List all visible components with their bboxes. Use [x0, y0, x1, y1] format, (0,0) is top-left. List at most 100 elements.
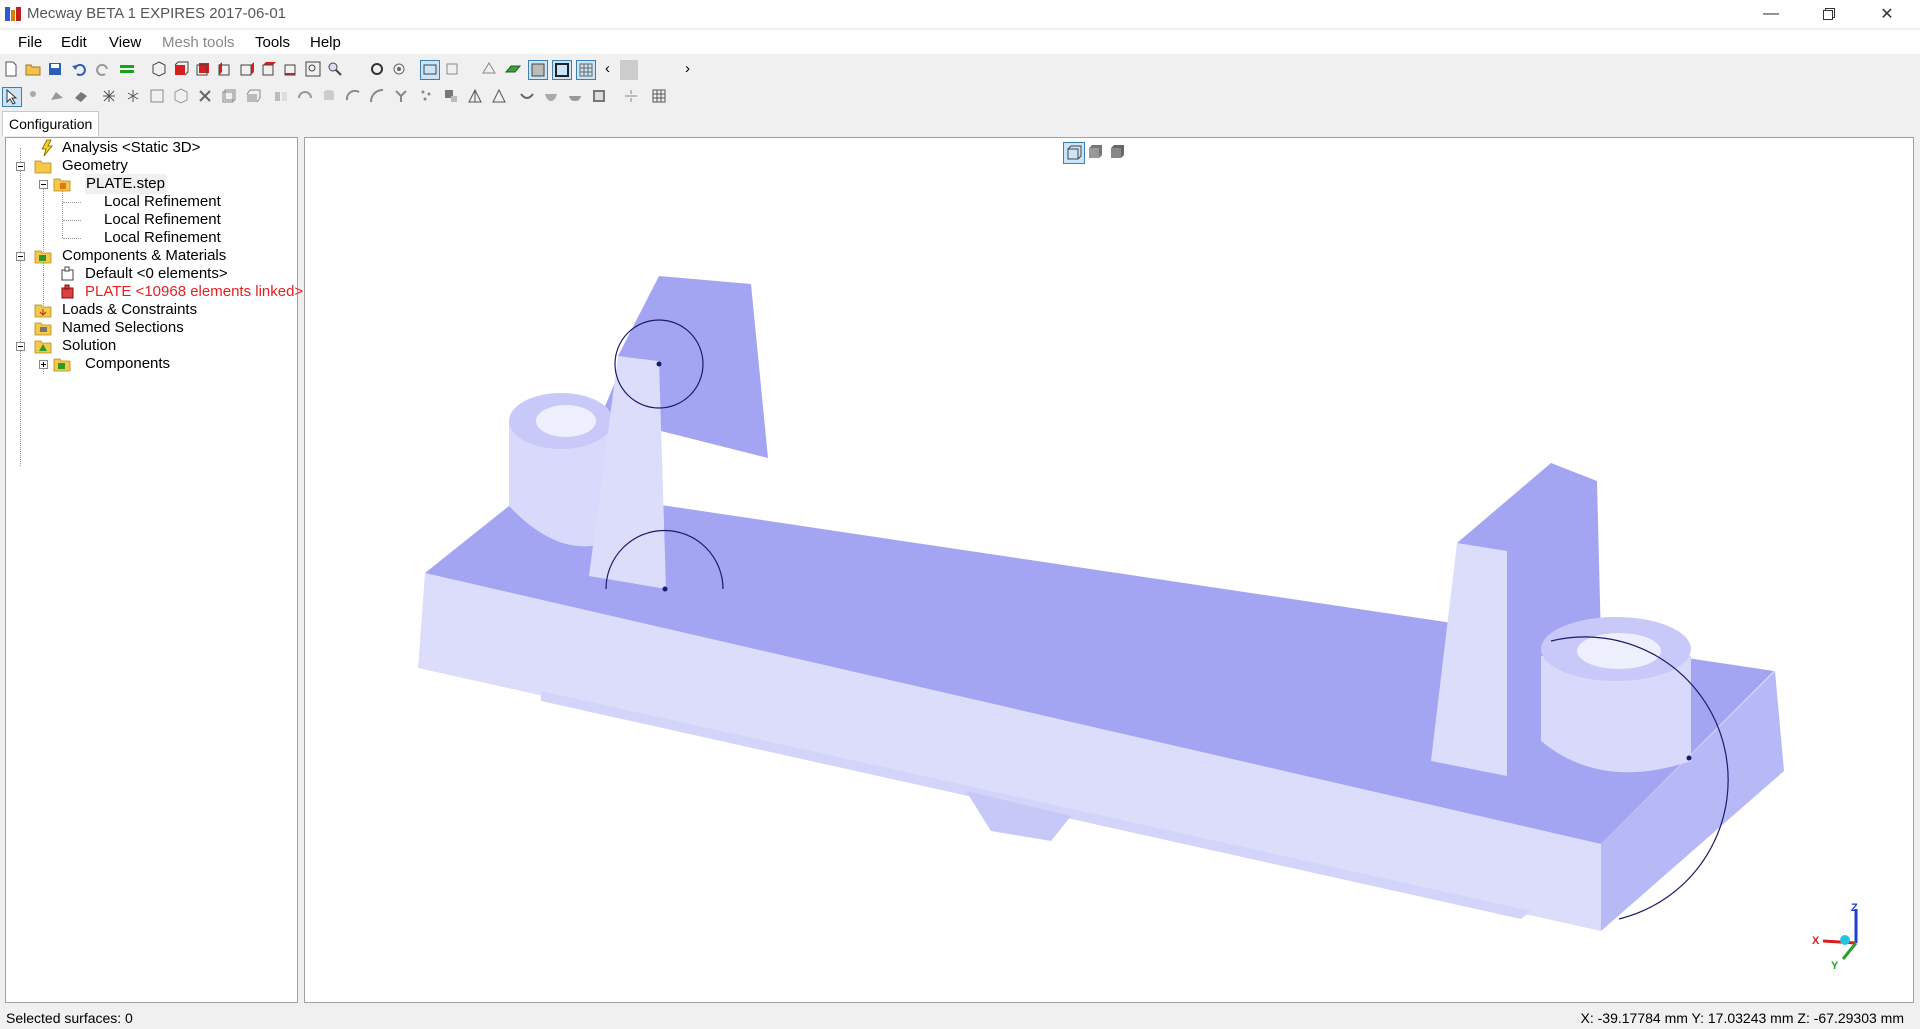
new-button[interactable]: [2, 60, 22, 80]
box-select-button[interactable]: [148, 87, 168, 107]
view-right-button[interactable]: [238, 60, 258, 80]
redo-button[interactable]: [94, 60, 114, 80]
window-title: Mecway BETA 1 EXPIRES 2017-06-01: [27, 5, 287, 22]
menu-help[interactable]: Help: [310, 34, 341, 51]
status-bar: Selected surfaces: 0 X: -39.17784 mm Y: …: [0, 1005, 1920, 1029]
pan-button[interactable]: [390, 60, 410, 80]
refine-button[interactable]: [442, 87, 462, 107]
split-button[interactable]: [392, 87, 412, 107]
collapse-icon[interactable]: [16, 252, 25, 261]
scatter-button[interactable]: [418, 87, 438, 107]
tree-item-local-refinement-2[interactable]: Local Refinement: [104, 210, 221, 230]
table-button[interactable]: [650, 87, 670, 107]
shell-button[interactable]: [518, 87, 538, 107]
rotate-button[interactable]: [368, 60, 388, 80]
cylinder-button[interactable]: [320, 87, 340, 107]
triangle-icon: [492, 88, 506, 103]
triangle-mesh-button[interactable]: [466, 87, 486, 107]
mirror-button[interactable]: [272, 87, 292, 107]
select-pointer-button[interactable]: [2, 87, 22, 107]
zoom-button[interactable]: [326, 60, 346, 80]
bend-icon: [370, 89, 384, 103]
save-button[interactable]: [46, 60, 66, 80]
menu-mesh-tools[interactable]: Mesh tools: [162, 34, 235, 51]
copy-button[interactable]: [220, 87, 240, 107]
close-button[interactable]: ✕: [1864, 0, 1910, 28]
bend-button[interactable]: [368, 87, 388, 107]
edge-view-button[interactable]: [552, 60, 572, 80]
triangle-button[interactable]: [490, 87, 510, 107]
tree-line: [63, 220, 81, 221]
select-faces-button[interactable]: [72, 87, 92, 107]
view-top-button[interactable]: [260, 60, 280, 80]
extrude-button[interactable]: [244, 87, 264, 107]
select-mode-button[interactable]: [420, 60, 440, 80]
3d-viewport[interactable]: Z X Y: [304, 137, 1914, 1003]
tree-label: Local Refinement: [104, 229, 221, 246]
red-puzzle-piece-icon: [61, 284, 74, 299]
pan-icon: [393, 63, 405, 75]
view-iso-button[interactable]: [150, 60, 170, 80]
menu-tools[interactable]: Tools: [255, 34, 290, 51]
scroll-right-button[interactable]: ›: [680, 60, 700, 80]
view-front-button[interactable]: [172, 60, 192, 80]
dish-button[interactable]: [566, 87, 586, 107]
revolve-icon: [298, 91, 312, 99]
tree-item-local-refinement-1[interactable]: Local Refinement: [104, 192, 221, 212]
minimize-button[interactable]: —: [1748, 0, 1794, 28]
mesh-view-icon: [579, 63, 593, 77]
display-options-button[interactable]: [444, 60, 464, 80]
zoom-fit-icon: [305, 61, 321, 77]
main-toolbar: ‹ ›: [0, 57, 1920, 83]
collapse-icon[interactable]: [16, 342, 25, 351]
model-canvas[interactable]: Z X Y: [305, 138, 1913, 1002]
revolve-button[interactable]: [296, 87, 316, 107]
shell-icon: [520, 93, 534, 99]
mirror-icon: [275, 92, 287, 101]
expand-icon[interactable]: [39, 360, 48, 369]
selection-toolbar: [0, 84, 1920, 110]
zoom-fit-button[interactable]: [304, 60, 324, 80]
selection-point: [1686, 755, 1692, 761]
select-bodies-button[interactable]: [124, 87, 144, 107]
menu-view[interactable]: View: [109, 34, 141, 51]
scrollbar-thumb[interactable]: [620, 60, 638, 80]
tree-item-local-refinement-3[interactable]: Local Refinement: [104, 228, 221, 248]
scatter-dots-icon: [421, 90, 431, 101]
star-nodes-icon: [103, 90, 115, 102]
tree-line: [20, 148, 21, 466]
tree-label: Components: [85, 355, 171, 372]
open-button[interactable]: [24, 60, 44, 80]
undo-button[interactable]: [70, 60, 90, 80]
view-bottom-button[interactable]: [282, 60, 302, 80]
collapse-icon[interactable]: [39, 180, 48, 189]
dish-icon: [569, 96, 581, 101]
delete-x-icon: [199, 90, 211, 102]
cube-select-button[interactable]: [172, 87, 192, 107]
restore-button[interactable]: [1806, 0, 1852, 28]
view-back-button[interactable]: [194, 60, 214, 80]
bowl-button[interactable]: [542, 87, 562, 107]
red-cube-right-icon: [240, 62, 254, 76]
solve-button[interactable]: [118, 60, 138, 80]
select-node-button[interactable]: [26, 87, 46, 107]
zoom-icon: [328, 62, 342, 76]
menu-edit[interactable]: Edit: [61, 34, 87, 51]
select-edges-button[interactable]: [100, 87, 120, 107]
view-left-button[interactable]: [216, 60, 236, 80]
solid-view-button[interactable]: [528, 60, 548, 80]
film-button[interactable]: [590, 87, 610, 107]
delete-button[interactable]: [196, 87, 216, 107]
select-elements-button[interactable]: [48, 87, 68, 107]
scroll-left-button[interactable]: ‹: [600, 60, 620, 80]
surface-color-button[interactable]: [504, 60, 524, 80]
shading-button[interactable]: [480, 60, 500, 80]
menu-file[interactable]: File: [18, 34, 42, 51]
mesh-view-button[interactable]: [576, 60, 596, 80]
shading-icon: [482, 62, 496, 74]
align-button[interactable]: [622, 87, 642, 107]
collapse-icon[interactable]: [16, 162, 25, 171]
title-bar: Mecway BETA 1 EXPIRES 2017-06-01 — ✕: [0, 0, 1920, 28]
sweep-button[interactable]: [344, 87, 364, 107]
tab-configuration[interactable]: Configuration: [2, 111, 100, 136]
